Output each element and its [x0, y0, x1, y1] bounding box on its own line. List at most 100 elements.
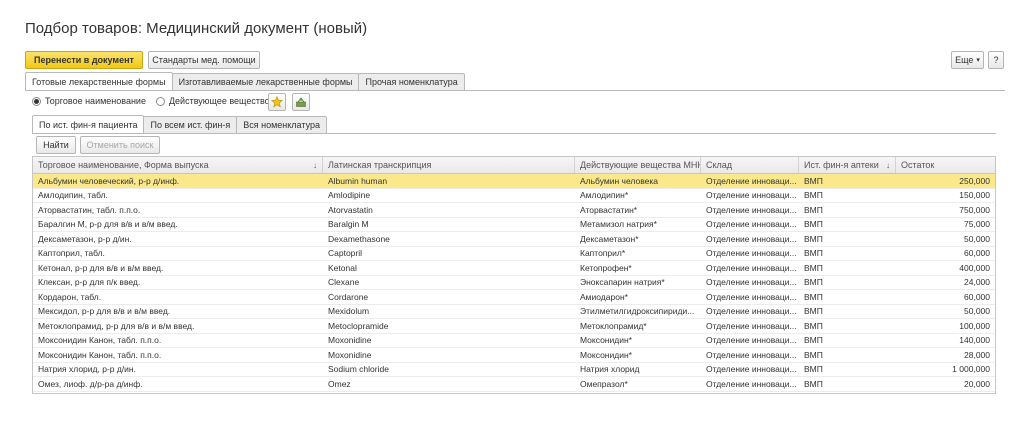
table-row[interactable]: Моксонидин Канон, табл. п.п.о. Moxonidine…: [33, 334, 995, 348]
cell-trade-name: Баралгин М, р-р для в/в и в/м введ.: [38, 219, 178, 230]
table-row[interactable]: Аторвастатин, табл. п.п.о. Atorvastatin Ат…: [33, 203, 995, 218]
table-row[interactable]: Натрия хлорид, р-р д/ин. Sodium chloride Н…: [33, 363, 995, 377]
cell-pharmacy-finance: ВМП: [804, 335, 823, 346]
cell-pharmacy-finance: ВМП: [804, 277, 823, 288]
cell-balance: 60,000: [964, 291, 990, 302]
cell-active-substance: Амлодипин*: [580, 190, 629, 201]
cell-pharmacy-finance: ВМП: [804, 175, 823, 186]
cell-balance: 250,000: [959, 175, 990, 186]
col-warehouse[interactable]: Склад: [701, 157, 799, 173]
tab-divider: [25, 90, 1005, 91]
cell-latin: Amlodipine: [328, 190, 371, 201]
table-header: Торговое наименование, Форма выпуска ↓ Л…: [33, 157, 995, 174]
cell-latin: Clexane: [328, 277, 360, 288]
find-button[interactable]: Найти: [36, 136, 76, 154]
cell-trade-name: Дексаметазон, р-р д/ин.: [38, 233, 132, 244]
help-button[interactable]: ?: [988, 51, 1004, 69]
cell-latin: Metoclopramide: [328, 320, 389, 331]
table-row[interactable]: Каптоприл, табл. Captopril Каптоприл* Отдел…: [33, 247, 995, 261]
cell-active-substance: Омепразол*: [580, 378, 628, 389]
col-pharmacy-finance[interactable]: Ист. фин-я аптеки ↓: [799, 157, 896, 173]
trade-name-label: Торговое наименование: [45, 96, 146, 106]
sort-arrow-icon: ↓: [313, 160, 317, 170]
cell-trade-name: Кордарон, табл.: [38, 291, 102, 302]
cell-pharmacy-finance: ВМП: [804, 233, 823, 244]
cell-trade-name: Моксонидин Канон, табл. п.п.о.: [38, 335, 162, 346]
table-row[interactable]: Метоклопрамид, р-р для в/в и в/м введ. Me…: [33, 319, 995, 334]
cell-balance: 28,000: [964, 349, 990, 360]
cell-pharmacy-finance: ВМП: [804, 262, 823, 273]
cell-active-substance: Метамизол натрия*: [580, 219, 657, 230]
trade-name-radio[interactable]: [32, 96, 41, 106]
products-table: Торговое наименование, Форма выпуска ↓ Л…: [32, 156, 996, 394]
table-row[interactable]: Моксонидин Канон, табл. п.п.о. Moxonidine…: [33, 348, 995, 363]
cell-warehouse: Отделение инноваци...: [706, 248, 797, 259]
table-row[interactable]: Кордарон, табл. Cordarone Амиодарон* Отделе…: [33, 290, 995, 305]
tab-patient-finance[interactable]: По ист. фин-я пациента: [32, 115, 145, 133]
tab-all-finance[interactable]: По всем ист. фин-я: [143, 116, 238, 133]
table-row[interactable]: Мексидол, р-р для в/в и в/м введ. Mexidol…: [33, 305, 995, 319]
cell-balance: 75,000: [964, 219, 990, 230]
cell-trade-name: Каптоприл, табл.: [38, 248, 105, 259]
table-row[interactable]: Амлодипин, табл. Amlodipine Амлодипин* Отде…: [33, 189, 995, 203]
cell-warehouse: Отделение инноваци...: [706, 378, 797, 389]
table-row[interactable]: Альбумин человеческий, р-р д/инф. Albumin…: [33, 174, 995, 189]
active-substance-radio[interactable]: [155, 96, 165, 106]
col-warehouse-label: Склад: [706, 160, 733, 170]
cell-balance: 50,000: [964, 233, 990, 244]
med-standards-button[interactable]: Стандарты мед. помощи: [148, 51, 260, 69]
table-row[interactable]: Клексан, р-р для п/к введ. Clexane Эноксап…: [33, 276, 995, 290]
product-type-tabs: Готовые лекарственные формы Изготавливае…: [25, 72, 465, 90]
cell-balance: 24,000: [964, 277, 990, 288]
cell-pharmacy-finance: ВМП: [804, 306, 823, 317]
cell-active-substance: Амиодарон*: [580, 291, 628, 302]
table-row[interactable]: Баралгин М, р-р для в/в и в/м введ. Baral…: [33, 218, 995, 232]
cell-balance: 50,000: [964, 306, 990, 317]
cell-trade-name: Альбумин человеческий, р-р д/инф.: [38, 175, 180, 186]
cell-warehouse: Отделение инноваци...: [706, 291, 797, 302]
tab-other-items[interactable]: Прочая номенклатура: [358, 73, 465, 90]
cell-balance: 100,000: [959, 320, 990, 331]
cell-warehouse: Отделение инноваци...: [706, 306, 797, 317]
cell-latin: Baralgin M: [328, 219, 369, 230]
more-label: Еще: [955, 55, 974, 65]
cell-trade-name: Омез, лиоф. д/р-ра д/инф.: [38, 378, 143, 389]
star-icon: [271, 96, 283, 108]
col-trade-name-label: Торговое наименование, Форма выпуска: [38, 160, 209, 170]
cell-active-substance: Натрия хлорид: [580, 364, 640, 375]
cell-active-substance: Метоклопрамид*: [580, 320, 647, 331]
favorites-button[interactable]: [268, 93, 286, 111]
cancel-search-button[interactable]: Отменить поиск: [80, 136, 160, 154]
table-row[interactable]: Дексаметазон, р-р д/ин. Dexamethasone Декс…: [33, 232, 995, 247]
col-trade-name[interactable]: Торговое наименование, Форма выпуска ↓: [33, 157, 323, 173]
cell-trade-name: Аторвастатин, табл. п.п.о.: [38, 204, 141, 215]
table-row[interactable]: Кетонал, р-р для в/в и в/м введ. Ketonal К…: [33, 261, 995, 276]
cell-balance: 750,000: [959, 204, 990, 215]
cell-latin: Moxonidine: [328, 335, 372, 346]
col-active-substance[interactable]: Действующие вещества МНН: [575, 157, 701, 173]
cell-latin: Cordarone: [328, 291, 369, 302]
cell-latin: Moxonidine: [328, 349, 372, 360]
cell-warehouse: Отделение инноваци...: [706, 364, 797, 375]
tab-manufactured-forms[interactable]: Изготавливаемые лекарственные формы: [171, 73, 360, 90]
col-latin[interactable]: Латинская транскрипция: [323, 157, 575, 173]
col-pharmacy-finance-label: Ист. фин-я аптеки: [804, 160, 879, 170]
basket-icon: [296, 97, 306, 107]
tab-ready-forms[interactable]: Готовые лекарственные формы: [25, 72, 173, 90]
search-mode-group: Торговое наименование Действующее вещест…: [32, 96, 280, 106]
transfer-to-document-button[interactable]: Перенести в документ: [25, 51, 143, 69]
cell-warehouse: Отделение инноваци...: [706, 277, 797, 288]
cell-balance: 140,000: [959, 335, 990, 346]
tab-all-items[interactable]: Вся номенклатура: [236, 116, 327, 133]
cell-pharmacy-finance: ВМП: [804, 291, 823, 302]
cell-active-substance: Аторвастатин*: [580, 204, 638, 215]
cell-balance: 20,000: [964, 378, 990, 389]
cell-warehouse: Отделение инноваци...: [706, 219, 797, 230]
cell-trade-name: Клексан, р-р для п/к введ.: [38, 277, 141, 288]
col-balance[interactable]: Остаток: [896, 157, 995, 173]
cell-latin: Ketonal: [328, 262, 357, 273]
table-row[interactable]: Омез, лиоф. д/р-ра д/инф. Omez Омепразол* О…: [33, 377, 995, 392]
more-menu-button[interactable]: Еще ▾: [951, 51, 984, 69]
basket-button[interactable]: [292, 93, 310, 111]
cell-warehouse: Отделение инноваци...: [706, 349, 797, 360]
